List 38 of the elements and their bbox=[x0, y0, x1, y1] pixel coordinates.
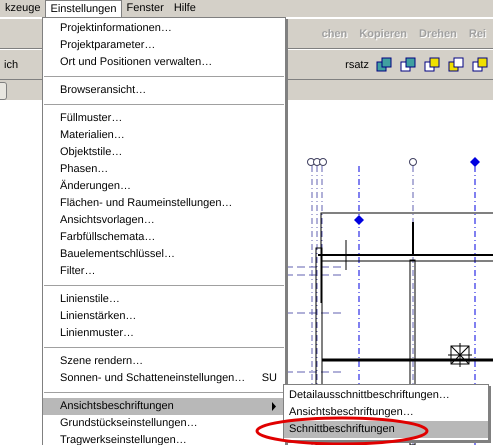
menu-bar-item[interactable]: Hilfe bbox=[168, 0, 201, 17]
menu-item[interactable]: Ansichtsvorlagen… bbox=[43, 212, 285, 229]
menu-item[interactable]: Linienstile… bbox=[43, 291, 285, 308]
menu-item[interactable]: Ort und Positionen verwalten… bbox=[43, 54, 285, 71]
menu-item[interactable]: Szene rendern… bbox=[43, 353, 285, 370]
toolbar-label: rsatz bbox=[345, 58, 369, 70]
menu-item[interactable]: Detailausschnittbeschriftungen… bbox=[284, 387, 488, 404]
toolbar-label: ich bbox=[4, 58, 18, 70]
menu-item[interactable]: Sonnen- und Schatteneinstellungen… SU bbox=[43, 370, 285, 387]
menu-item[interactable]: Linienmuster… bbox=[43, 325, 285, 342]
menu-bar-item[interactable]: kzeuge bbox=[0, 0, 46, 17]
menu-item[interactable]: Farbfüllschemata… bbox=[43, 229, 285, 246]
menu-item[interactable]: Browseransicht… bbox=[43, 82, 285, 99]
menu-item[interactable]: Bauelementschlüssel… bbox=[43, 246, 285, 263]
layers-icon[interactable] bbox=[375, 56, 393, 74]
menu-item[interactable]: Linienstärken… bbox=[43, 308, 285, 325]
menu-item[interactable]: Schnittbeschriftungen bbox=[284, 421, 488, 438]
menu-item[interactable]: Phasen… bbox=[43, 161, 285, 178]
menu-item[interactable]: Objektstile… bbox=[43, 144, 285, 161]
menu-item[interactable]: Flächen- und Raumeinstellungen… bbox=[43, 195, 285, 212]
menu-item[interactable]: Änderungen… bbox=[43, 178, 285, 195]
rectangles-icon[interactable] bbox=[423, 56, 441, 74]
rectangles-icon[interactable] bbox=[447, 56, 465, 74]
menu-item[interactable]: Grundstückseinstellungen… bbox=[43, 415, 285, 432]
menu-item[interactable]: Tragwerkseinstellungen… bbox=[43, 432, 285, 445]
menu-item[interactable]: Füllmuster… bbox=[43, 110, 285, 127]
menu-item[interactable]: Materialien… bbox=[43, 127, 285, 144]
menu-item[interactable]: Projektparameter… bbox=[43, 37, 285, 54]
menu-item[interactable]: Ansichtsbeschriftungen bbox=[43, 398, 285, 415]
menu-item[interactable]: Ansichtsbeschriftungen… bbox=[284, 404, 488, 421]
menu-bar-item[interactable]: Fenster bbox=[122, 0, 169, 17]
frame-icon[interactable] bbox=[471, 56, 489, 74]
layers-icon[interactable] bbox=[399, 56, 417, 74]
submenu-arrow-icon bbox=[271, 402, 277, 411]
menu-item[interactable]: Projektinformationen… bbox=[43, 20, 285, 37]
panel-button[interactable] bbox=[0, 82, 7, 100]
menu-bar-item[interactable]: Einstellungen bbox=[45, 0, 122, 18]
menu-item[interactable]: Filter… bbox=[43, 263, 285, 280]
